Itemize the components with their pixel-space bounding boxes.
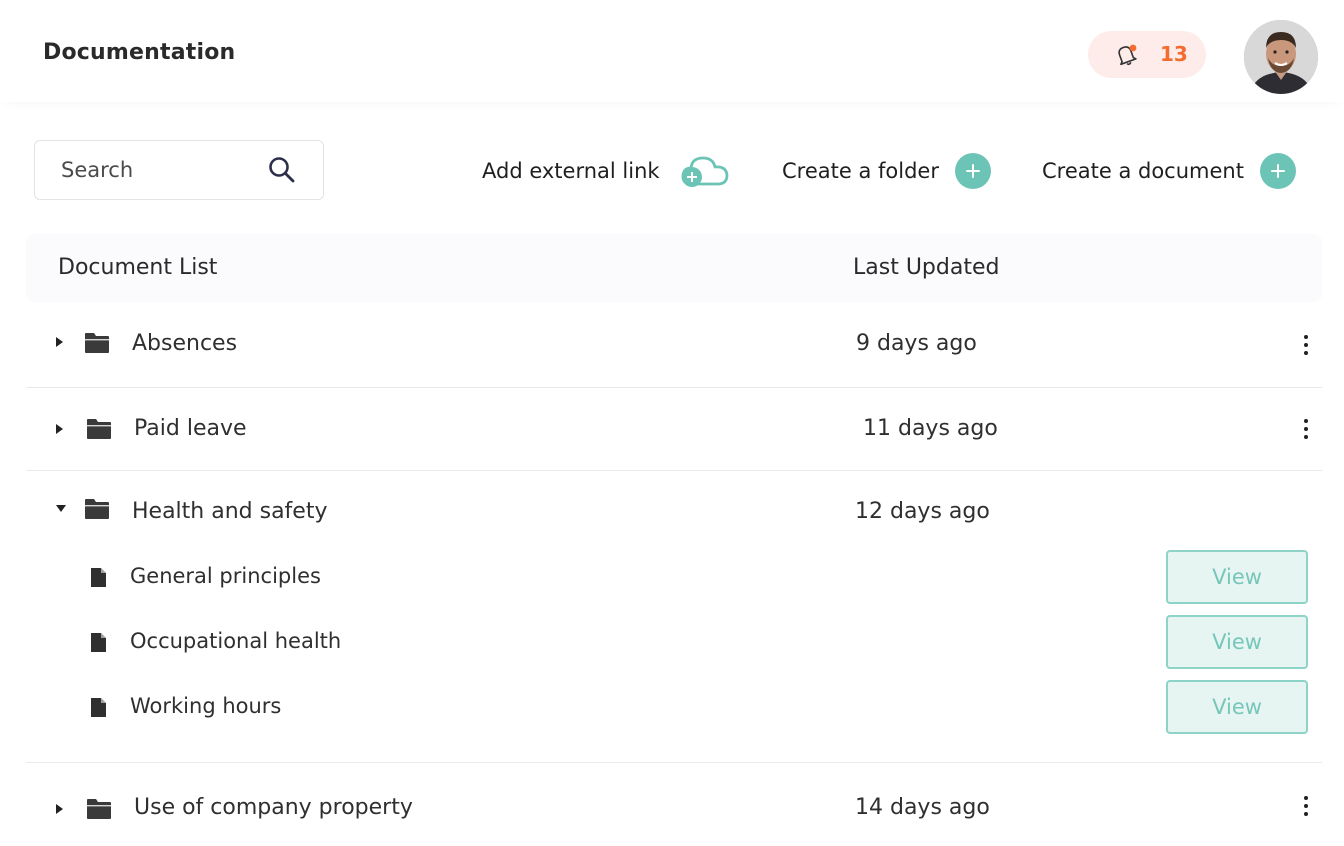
document-list-header: Document List Last Updated — [26, 234, 1322, 302]
row-divider — [26, 470, 1322, 471]
search-input[interactable] — [61, 155, 261, 185]
document-name[interactable]: General principles — [130, 564, 321, 588]
document-row-general-principles[interactable]: General principles View — [26, 550, 1322, 604]
top-header: Documentation 13 — [0, 0, 1344, 102]
column-header-document-list: Document List — [58, 255, 218, 280]
folder-name[interactable]: Absences — [132, 331, 237, 356]
plus-circle-icon — [954, 153, 991, 189]
cloud-add-icon — [681, 156, 728, 187]
folder-row-absences[interactable]: Absences 9 days ago — [26, 320, 1322, 388]
folder-name[interactable]: Paid leave — [134, 416, 247, 441]
document-row-working-hours[interactable]: Working hours View — [26, 680, 1322, 734]
document-row-occupational-health[interactable]: Occupational health View — [26, 615, 1322, 669]
create-folder-label: Create a folder — [782, 159, 939, 183]
folder-row-paid-leave[interactable]: Paid leave 11 days ago — [26, 404, 1322, 470]
more-options-icon[interactable] — [1300, 335, 1312, 357]
column-header-last-updated: Last Updated — [853, 255, 1000, 280]
folder-icon — [87, 799, 111, 819]
folder-row-health-and-safety[interactable]: Health and safety 12 days ago — [26, 488, 1322, 540]
create-folder-button[interactable]: Create a folder — [782, 150, 991, 192]
document-icon — [91, 633, 106, 652]
folder-row-use-of-company-property[interactable]: Use of company property 14 days ago — [26, 784, 1322, 840]
document-icon — [91, 698, 106, 717]
last-updated: 14 days ago — [855, 795, 990, 820]
folder-name[interactable]: Health and safety — [132, 499, 328, 524]
document-name[interactable]: Working hours — [130, 694, 281, 718]
notification-count: 13 — [1160, 42, 1188, 66]
add-external-link-button[interactable]: Add external link — [482, 150, 730, 192]
document-name[interactable]: Occupational health — [130, 629, 341, 653]
avatar[interactable] — [1244, 20, 1318, 94]
last-updated: 9 days ago — [856, 331, 977, 356]
more-options-icon[interactable] — [1300, 419, 1312, 441]
folder-name[interactable]: Use of company property — [134, 795, 413, 820]
row-divider — [26, 762, 1322, 763]
view-button[interactable]: View — [1166, 680, 1308, 734]
add-external-link-label: Add external link — [482, 159, 660, 183]
view-button[interactable]: View — [1166, 615, 1308, 669]
view-button[interactable]: View — [1166, 550, 1308, 604]
page-title: Documentation — [43, 40, 236, 65]
last-updated: 12 days ago — [855, 499, 990, 524]
more-options-icon[interactable] — [1300, 796, 1312, 818]
expand-caret-icon[interactable] — [56, 337, 63, 347]
search-icon[interactable] — [266, 154, 298, 186]
user-avatar-image — [1244, 20, 1318, 94]
document-icon — [91, 568, 106, 587]
folder-open-icon — [85, 499, 109, 519]
folder-icon — [85, 333, 109, 353]
create-document-button[interactable]: Create a document — [1042, 150, 1296, 192]
expand-caret-icon[interactable] — [56, 804, 63, 814]
notification-dot — [1129, 44, 1137, 52]
last-updated: 11 days ago — [863, 416, 998, 441]
notifications-button[interactable]: 13 — [1088, 31, 1206, 78]
plus-circle-icon — [1259, 153, 1296, 189]
collapse-caret-icon[interactable] — [56, 505, 66, 512]
create-document-label: Create a document — [1042, 159, 1244, 183]
folder-icon — [87, 419, 111, 439]
bell-icon — [1118, 44, 1137, 66]
expand-caret-icon[interactable] — [56, 424, 63, 434]
row-divider — [26, 387, 1322, 388]
